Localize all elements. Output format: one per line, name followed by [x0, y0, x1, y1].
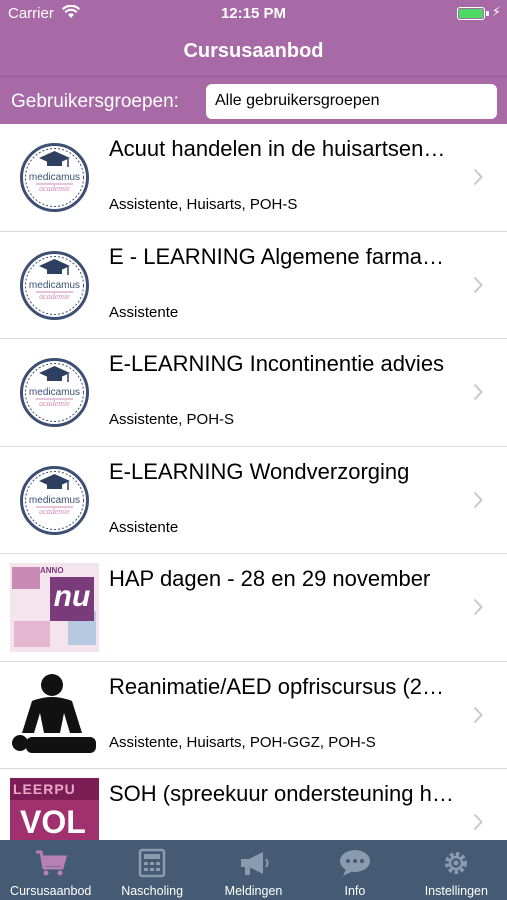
cpr-icon [12, 673, 96, 753]
course-thumbnail: medicamus academie [10, 133, 99, 222]
svg-text:medicamus: medicamus [29, 387, 80, 398]
status-bar: Carrier 12:15 PM ⚡ [0, 0, 507, 28]
chevron-right-icon [473, 598, 483, 616]
chevron-right-icon [473, 168, 483, 186]
course-title: E - LEARNING Algemene farmacotherapie [109, 243, 454, 269]
course-thumbnail: medicamus academie [10, 241, 99, 330]
charging-icon: ⚡ [491, 4, 501, 19]
navigation-bar: Cursusaanbod [0, 28, 507, 76]
course-title: HAP dagen - 28 en 29 november [109, 566, 431, 591]
course-row[interactable]: LEERPU VOL SOH (spreekuur ondersteuning h… [0, 769, 507, 840]
tab-bar: Cursusaanbod Nascholing Meldingen Info I… [0, 840, 507, 900]
tab-label: Cursusaanbod [10, 884, 92, 898]
course-row[interactable]: medicamus academie E-LEARNING Incontinen… [0, 339, 507, 447]
svg-text:academie: academie [39, 292, 70, 301]
chat-bubble-icon [339, 850, 370, 876]
filter-label: Gebruikersgroepen: [11, 91, 179, 112]
medicamus-logo: medicamus academie [20, 465, 89, 535]
medicamus-logo: medicamus academie [20, 250, 89, 320]
page-title: Cursusaanbod [183, 40, 324, 62]
course-thumbnail: medicamus academie [10, 456, 99, 545]
full-course-thumbnail: LEERPU VOL [10, 778, 99, 840]
course-title: Reanimatie/AED opfriscursus (2019) [109, 673, 454, 699]
medicamus-logo: medicamus academie [20, 358, 89, 427]
course-row[interactable]: Reanimatie/AED opfriscursus (2019) Assist… [0, 661, 507, 769]
chevron-right-icon [473, 491, 483, 508]
calculator-icon [138, 848, 166, 878]
battery-icon [457, 7, 485, 20]
course-row[interactable]: ANNO nu HAP dagen - 28 en 29 november [0, 554, 507, 662]
tab-meldingen[interactable]: Meldingen [203, 840, 304, 900]
chevron-right-icon [473, 706, 483, 723]
banner-text: LEERPU [10, 778, 99, 800]
chevron-right-icon [473, 813, 483, 831]
course-row[interactable]: medicamus academie E-LEARNING Wondverzor… [0, 446, 507, 554]
svg-text:medicamus: medicamus [29, 280, 80, 291]
svg-text:medicamus: medicamus [29, 495, 80, 506]
tab-label: Info [344, 884, 366, 898]
course-audience: Assistente, POH-S [109, 411, 235, 428]
course-audience: Assistente, Huisarts, POH-S [109, 196, 298, 213]
course-thumbnail: medicamus academie [10, 348, 99, 437]
user-group-select[interactable]: Alle gebruikersgroepen [206, 84, 497, 119]
svg-text:medicamus: medicamus [29, 172, 80, 183]
poster-small-text: ANNO [40, 566, 64, 575]
status-time: 12:15 PM [220, 5, 287, 22]
tab-instellingen[interactable]: Instellingen [406, 840, 507, 900]
course-title: Acuut handelen in de huisartsenpraktijk [109, 136, 454, 161]
svg-text:academie: academie [39, 184, 70, 193]
course-list[interactable]: medicamus academie Acuut handelen in de … [0, 124, 507, 840]
chevron-right-icon [473, 276, 483, 293]
chevron-right-icon [473, 383, 483, 401]
course-audience: Assistente [109, 518, 179, 536]
medicamus-logo: medicamus academie [20, 143, 89, 212]
course-row[interactable]: medicamus academie Acuut handelen in de … [0, 124, 507, 232]
megaphone-icon [240, 852, 269, 875]
hap-poster-thumbnail: ANNO nu [10, 563, 99, 652]
svg-text:academie: academie [39, 399, 70, 408]
full-badge: VOL [20, 804, 86, 840]
course-row[interactable]: medicamus academie E - LEARNING Algemene… [0, 231, 507, 339]
tab-label: Meldingen [224, 884, 283, 898]
tab-nascholing[interactable]: Nascholing [101, 840, 202, 900]
tab-cursusaanbod[interactable]: Cursusaanbod [0, 840, 101, 900]
course-audience: Assistente [109, 303, 179, 321]
course-title: SOH (spreekuur ondersteuning huisarts) [109, 781, 454, 806]
cart-icon [35, 850, 67, 876]
filter-bar: Gebruikersgroepen: Alle gebruikersgroepe… [0, 76, 507, 124]
tab-label: Nascholing [121, 884, 184, 898]
poster-text: nu [50, 577, 94, 621]
course-audience: Assistente, Huisarts, POH-GGZ, POH-S [109, 733, 376, 751]
tab-info[interactable]: Info [304, 840, 405, 900]
svg-text:academie: academie [39, 507, 70, 516]
gear-icon [445, 852, 468, 874]
course-title: E-LEARNING Incontinentie advies [109, 351, 445, 376]
tab-label: Instellingen [424, 884, 488, 898]
course-thumbnail [10, 671, 99, 760]
course-title: E-LEARNING Wondverzorging [109, 458, 410, 484]
battery-cap [486, 11, 489, 16]
